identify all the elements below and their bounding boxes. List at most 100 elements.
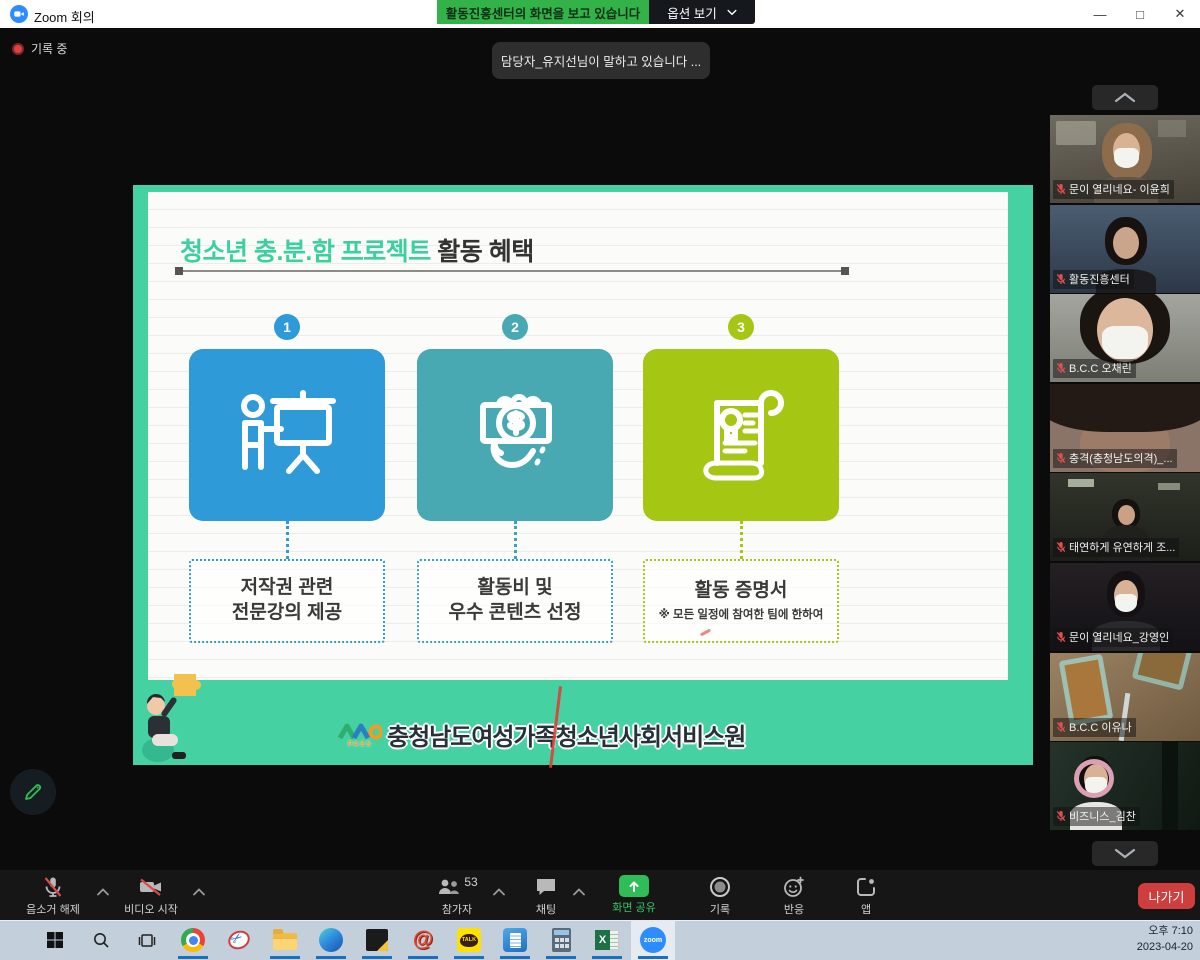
slide-title: 청소년 충.분.함 프로젝트 활동 혜택 xyxy=(180,232,534,268)
record-button[interactable]: 기록 xyxy=(698,875,742,917)
benefit-caption-1: 저작권 관련 전문강의 제공 xyxy=(189,559,385,643)
participant-tile[interactable]: 태연하게 유연하게 조... xyxy=(1050,473,1200,561)
participants-button[interactable]: 53 참가자 xyxy=(424,875,490,917)
excel-icon: X xyxy=(595,930,619,950)
taskbar-document-app-button[interactable] xyxy=(493,920,537,960)
taskbar-snipping-button[interactable]: ✂ xyxy=(217,920,261,960)
benefit-item-1: 1 저작권 관련 전문강의 제공 xyxy=(189,314,385,643)
chevron-up-icon xyxy=(572,888,586,896)
participant-tile[interactable]: 충격(충청남도의격)_... xyxy=(1050,384,1200,472)
maximize-button[interactable]: □ xyxy=(1120,0,1160,28)
start-video-button[interactable]: 비디오 시작 xyxy=(112,875,190,917)
slide-paper: 청소년 충.분.함 프로젝트 활동 혜택 1 저작권 관련 전문강의 제공 xyxy=(148,192,1008,680)
screen-share-banner-text: 활동진흥센터의 화면을 보고 있습니다 xyxy=(446,3,640,22)
calculator-icon xyxy=(552,928,571,952)
taskbar-file-explorer-button[interactable] xyxy=(263,920,307,960)
chevron-down-icon xyxy=(1114,848,1136,859)
participants-caret[interactable] xyxy=(492,883,506,901)
participant-name-label: 문이 열리네요_강영인 xyxy=(1053,628,1173,647)
reactions-icon xyxy=(782,875,806,899)
share-screen-icon xyxy=(619,875,649,897)
mic-muted-icon xyxy=(1056,362,1066,374)
chat-button[interactable]: 채팅 xyxy=(524,875,568,917)
chevron-up-icon xyxy=(1114,92,1136,103)
clock-date: 2023-04-20 xyxy=(1137,940,1193,956)
chat-icon xyxy=(534,875,558,899)
share-screen-button[interactable]: 화면 공유 xyxy=(604,875,664,915)
participant-tile[interactable]: 문이 열리네요_강영인 xyxy=(1050,563,1200,651)
close-button[interactable]: ✕ xyxy=(1160,0,1200,28)
organization-name: 충청남도여성가족청소년사회서비스원 xyxy=(387,717,745,752)
taskbar-zoom-button[interactable]: zoom xyxy=(631,920,675,960)
number-badge: 3 xyxy=(728,314,754,340)
benefit-item-2: 2 활동비 및 우수 콘텐츠 선정 xyxy=(417,314,613,643)
window-title: Zoom 회의 xyxy=(34,7,95,26)
annotate-pencil-button[interactable] xyxy=(10,769,56,815)
mic-muted-icon xyxy=(41,875,65,899)
unmute-button[interactable]: 음소거 해제 xyxy=(14,875,92,917)
title-divider xyxy=(178,270,846,272)
participant-tile[interactable]: 비즈니스_김찬 xyxy=(1050,742,1200,830)
taskbar-chrome-button[interactable] xyxy=(171,920,215,960)
zoom-icon: zoom xyxy=(640,927,666,953)
task-view-button[interactable] xyxy=(125,920,169,960)
screen-share-banner: 활동진흥센터의 화면을 보고 있습니다 xyxy=(437,0,649,24)
mic-muted-icon xyxy=(1056,273,1066,285)
windows-start-icon xyxy=(46,931,64,949)
pencil-icon xyxy=(22,781,44,803)
taskbar-calculator-button[interactable] xyxy=(539,920,583,960)
slide-title-accent: 청소년 충.분.함 프로젝트 xyxy=(180,238,431,266)
participant-name-label: B.C.C 이유나 xyxy=(1053,718,1136,737)
participants-count: 53 xyxy=(464,875,477,889)
document-app-icon xyxy=(503,928,527,952)
dotted-connector xyxy=(286,521,289,559)
participant-name-label: B.C.C 오채린 xyxy=(1053,359,1136,378)
participant-name-label: 비즈니스_김찬 xyxy=(1053,807,1140,826)
memo-app-icon xyxy=(366,929,388,951)
window-titlebar: Zoom 회의 활동진흥센터의 화면을 보고 있습니다 옵션 보기 — □ ✕ xyxy=(0,0,1200,28)
scroll-participants-up-button[interactable] xyxy=(1092,85,1158,110)
chevron-up-icon xyxy=(492,888,506,896)
participant-tile[interactable]: 활동진흥센터 xyxy=(1050,205,1200,293)
start-button[interactable] xyxy=(33,920,77,960)
participant-tile[interactable]: B.C.C 이유나 xyxy=(1050,653,1200,741)
taskbar-edge-button[interactable] xyxy=(309,920,353,960)
benefit-item-3: 3 활동 증명서 ※ 모든 일정에 참여한 팀에 한하여 xyxy=(643,314,839,643)
taskbar-memo-app-button[interactable] xyxy=(355,920,399,960)
clock-time: 오후 7:10 xyxy=(1137,924,1193,940)
benefit-caption-3: 활동 증명서 ※ 모든 일정에 참여한 팀에 한하여 xyxy=(643,559,839,643)
taskbar-kakaotalk-button[interactable]: TALK xyxy=(447,920,491,960)
benefit-caption-2: 활동비 및 우수 콘텐츠 선정 xyxy=(417,559,613,643)
record-icon xyxy=(708,875,732,899)
camera-muted-icon xyxy=(138,875,164,899)
leave-meeting-button[interactable]: 나가기 xyxy=(1138,883,1195,909)
taskbar-excel-button[interactable]: X xyxy=(585,920,629,960)
view-options-button[interactable]: 옵션 보기 xyxy=(649,0,755,24)
dotted-connector xyxy=(514,521,517,559)
mic-muted-icon xyxy=(1056,452,1066,464)
chat-caret[interactable] xyxy=(572,883,586,901)
folder-icon xyxy=(273,933,297,950)
video-options-caret[interactable] xyxy=(192,883,206,901)
audio-options-caret[interactable] xyxy=(96,883,110,901)
participant-tile[interactable]: B.C.C 오채린 xyxy=(1050,294,1200,382)
participant-tile[interactable]: 문이 열리네요- 이윤희 xyxy=(1050,115,1200,203)
minimize-button[interactable]: — xyxy=(1080,0,1120,28)
taskbar-email-app-button[interactable]: @ xyxy=(401,920,445,960)
recording-label: 기록 중 xyxy=(31,40,67,57)
presentation-lecture-icon xyxy=(189,349,385,521)
scroll-participants-down-button[interactable] xyxy=(1092,841,1158,866)
recording-indicator: 기록 중 xyxy=(12,40,67,57)
reactions-button[interactable]: 반응 xyxy=(772,875,816,917)
taskbar-clock[interactable]: 오후 7:10 2023-04-20 xyxy=(1137,924,1193,956)
active-speaker-toast: 담당자_유지선님이 말하고 있습니다 ... xyxy=(492,42,710,79)
dotted-connector xyxy=(740,521,743,559)
participant-name-label: 문이 열리네요- 이윤희 xyxy=(1053,180,1174,199)
mascot-illustration xyxy=(136,672,206,770)
participant-name-label: 태연하게 유연하게 조... xyxy=(1053,538,1179,557)
apps-button[interactable]: 앱 xyxy=(844,875,888,917)
taskbar-search-button[interactable] xyxy=(79,920,123,960)
chevron-up-icon xyxy=(96,888,110,896)
certificate-icon xyxy=(643,349,839,521)
mic-muted-icon xyxy=(1056,541,1066,553)
